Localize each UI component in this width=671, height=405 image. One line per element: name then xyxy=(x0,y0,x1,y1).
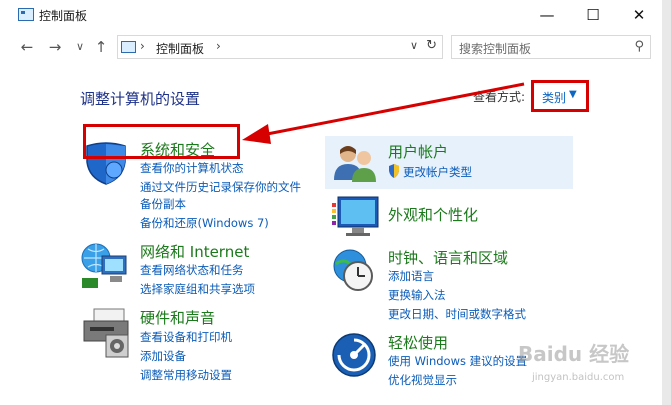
breadcrumb-separator[interactable]: › xyxy=(140,39,145,53)
link-network-status[interactable]: 查看网络状态和任务 xyxy=(140,262,244,278)
category-ease-of-access[interactable]: 轻松使用 xyxy=(388,332,448,353)
link-mobility-settings[interactable]: 调整常用移动设置 xyxy=(140,367,232,383)
search-placeholder[interactable]: 搜索控制面板 xyxy=(459,40,531,57)
link-backup-restore[interactable]: 备份和还原(Windows 7) xyxy=(140,215,269,231)
category-appearance-personalization[interactable]: 外观和个性化 xyxy=(388,204,478,225)
view-by-value[interactable]: 类别 xyxy=(542,89,566,106)
link-view-computer-status[interactable]: 查看你的计算机状态 xyxy=(140,160,244,176)
link-add-language[interactable]: 添加语言 xyxy=(388,268,434,284)
category-network-internet[interactable]: 网络和 Internet xyxy=(140,241,249,262)
category-hardware-sound[interactable]: 硬件和声音 xyxy=(140,307,215,328)
link-optimize-visual-display[interactable]: 优化视觉显示 xyxy=(388,372,457,388)
printer-icon[interactable] xyxy=(80,305,134,359)
link-change-account-type[interactable]: 更改帐户类型 xyxy=(403,164,472,180)
control-panel-folder-icon xyxy=(121,41,136,53)
system-security-highlight-box xyxy=(83,124,240,159)
category-clock-language-region[interactable]: 时钟、语言和区域 xyxy=(388,247,508,268)
background-strip xyxy=(662,0,671,405)
link-windows-recommended-settings[interactable]: 使用 Windows 建议的设置 xyxy=(388,353,527,369)
search-icon[interactable]: ⚲ xyxy=(634,39,644,54)
address-dropdown-icon[interactable]: ∨ xyxy=(410,39,418,52)
link-homegroup-sharing[interactable]: 选择家庭组和共享选项 xyxy=(140,281,255,297)
watermark-url: jingyan.baidu.com xyxy=(532,372,625,383)
address-bar[interactable]: › 控制面板 › ∨ ↻ xyxy=(117,35,443,59)
window-title: 控制面板 xyxy=(39,9,88,23)
annotation-arrow-icon xyxy=(242,82,525,144)
view-by-dropdown[interactable]: 类别 ▼ xyxy=(531,80,589,112)
link-devices-printers[interactable]: 查看设备和打印机 xyxy=(140,329,232,345)
link-change-date-time-format[interactable]: 更改日期、时间或数字格式 xyxy=(388,306,526,322)
control-panel-app-icon xyxy=(18,8,34,21)
network-globe-icon[interactable] xyxy=(80,240,132,290)
page-title: 调整计算机的设置 xyxy=(80,90,201,108)
back-arrow-icon[interactable]: ← xyxy=(16,36,38,58)
link-backup-copy[interactable]: 备份副本 xyxy=(140,196,186,212)
control-panel-window: 控制面板 — ☐ ✕ ← → ∨ ↑ › 控制面板 › ∨ ↻ 搜索控制面板 ⚲… xyxy=(0,0,663,405)
forward-arrow-icon[interactable]: → xyxy=(44,36,66,58)
link-change-input-method[interactable]: 更换输入法 xyxy=(388,287,446,303)
clock-globe-icon[interactable] xyxy=(330,246,382,298)
appearance-personalization-icon[interactable] xyxy=(330,193,382,241)
up-arrow-icon[interactable]: ↑ xyxy=(90,36,112,58)
search-box[interactable]: 搜索控制面板 ⚲ xyxy=(451,35,651,59)
recent-locations-chevron-icon[interactable]: ∨ xyxy=(69,36,91,58)
uac-shield-icon xyxy=(389,164,399,178)
minimize-button[interactable]: — xyxy=(524,0,570,31)
refresh-icon[interactable]: ↻ xyxy=(426,38,437,53)
breadcrumb-separator-2[interactable]: › xyxy=(216,39,221,53)
watermark-logo: Baidu 经验 xyxy=(518,342,630,366)
link-file-history[interactable]: 通过文件历史记录保存你的文件 xyxy=(140,179,301,195)
link-add-device[interactable]: 添加设备 xyxy=(140,348,186,364)
ease-of-access-icon[interactable] xyxy=(330,331,378,379)
close-button[interactable]: ✕ xyxy=(616,0,662,31)
breadcrumb-control-panel[interactable]: 控制面板 xyxy=(156,40,204,57)
maximize-button[interactable]: ☐ xyxy=(570,0,616,31)
title-bar: 控制面板 — ☐ ✕ xyxy=(0,0,662,31)
caret-down-icon[interactable]: ▼ xyxy=(569,89,577,100)
